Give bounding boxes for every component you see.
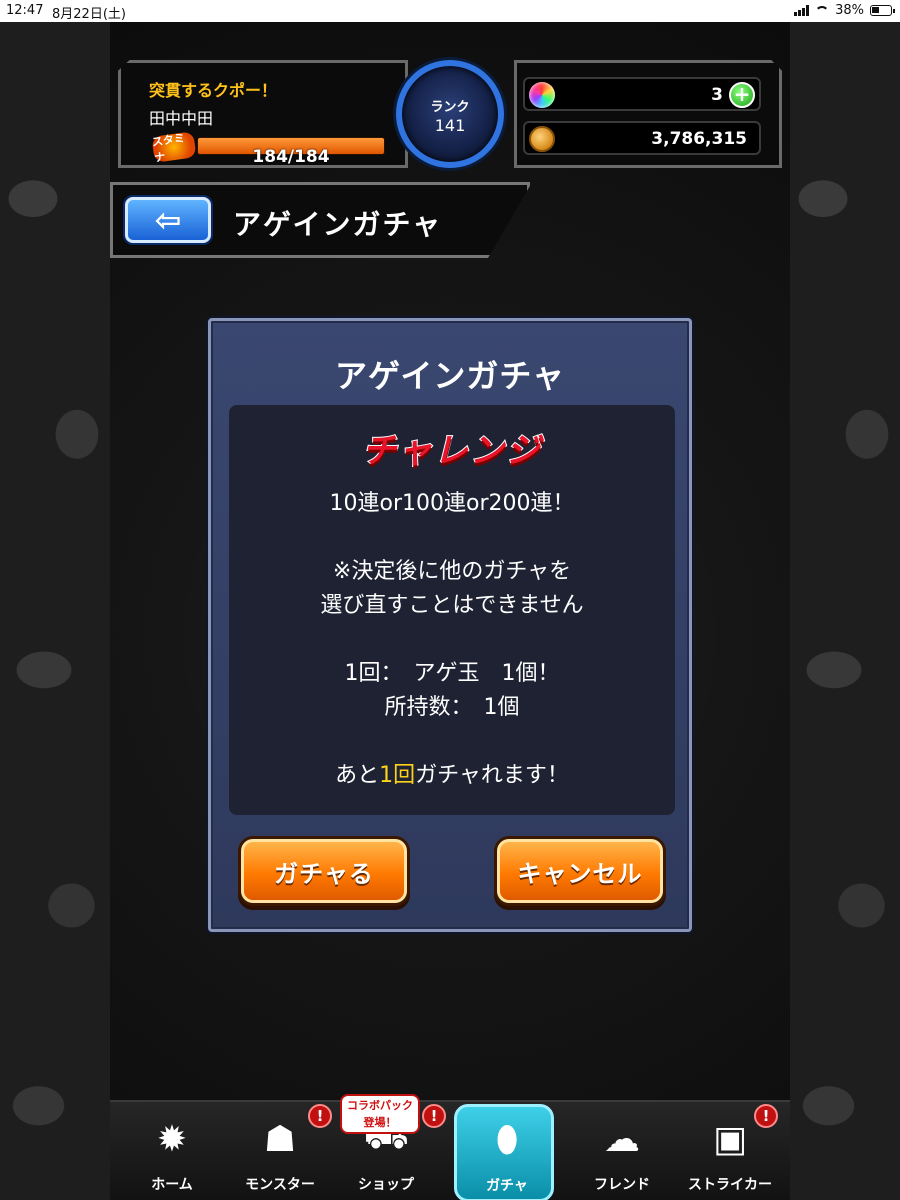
- stamina-icon: スタミナ: [151, 131, 197, 165]
- gem-icon: [529, 82, 555, 108]
- message-line-6: あと1回ガチャれます！: [229, 757, 675, 789]
- rank-badge[interactable]: ランク 141: [396, 60, 504, 168]
- message-line-1: 10連or100連or200連！: [329, 491, 575, 516]
- wifi-icon: [815, 5, 830, 16]
- status-date: 8月22日(土): [52, 7, 126, 22]
- gem-count: 3: [711, 85, 723, 105]
- back-arrow-icon: ⇦: [154, 201, 182, 239]
- coin-counter: 3,786,315: [523, 121, 761, 155]
- remaining-count: 1回: [379, 763, 416, 788]
- tab-friend-label: フレンド: [594, 1177, 650, 1193]
- egg-icon: ⬮: [495, 1119, 519, 1160]
- player-panel: 突貫するクポー！ 田中中田 スタミナ 184/184: [118, 60, 408, 168]
- tab-gacha-label: ガチャ: [486, 1178, 528, 1194]
- dialog-message-box: チャレンジ 10連or100連or200連！ ※決定後に他のガチャを 選び直すこ…: [229, 405, 675, 815]
- collab-pack-badge: コラボパック 登場！: [340, 1094, 420, 1134]
- status-right: 38%: [794, 3, 895, 18]
- gacha-button[interactable]: ガチャる: [241, 839, 407, 903]
- player-title: 突貫するクポー！: [149, 81, 278, 100]
- page-title: アゲインガチャ: [233, 208, 443, 241]
- tab-shop-label: ショップ: [358, 1177, 414, 1193]
- remaining-suffix: ガチャれます！: [415, 763, 569, 788]
- currency-panel: 3 + 3,786,315: [514, 60, 782, 168]
- message-line-3: 選び直すことはできません: [320, 593, 584, 618]
- challenge-logo: チャレンジ: [361, 430, 542, 472]
- player-name: 田中中田: [149, 109, 214, 128]
- message-line-5: 所持数： 1個: [384, 695, 520, 720]
- rank-value: 141: [434, 116, 466, 135]
- add-gems-button[interactable]: +: [729, 82, 755, 108]
- player-header: 突貫するクポー！ 田中中田 スタミナ 184/184 ランク 141 3 + 3…: [118, 60, 782, 170]
- battery-percent: 38%: [835, 3, 864, 18]
- battery-icon: [870, 5, 895, 16]
- card-icon: ▣: [712, 1118, 747, 1160]
- message-line-2: ※決定後に他のガチャを: [332, 559, 572, 584]
- background-stone-left: [0, 22, 110, 1200]
- home-icon: ✹: [156, 1118, 188, 1160]
- tab-home[interactable]: ✹ ホーム: [122, 1106, 222, 1200]
- tab-home-label: ホーム: [151, 1177, 193, 1193]
- dialog-title: アゲインガチャ: [334, 357, 566, 395]
- coin-icon: [529, 126, 555, 152]
- back-button[interactable]: ⇦: [125, 197, 211, 243]
- remaining-prefix: あと: [335, 763, 380, 788]
- tab-monster-label: モンスター: [245, 1177, 315, 1193]
- tab-striker-label: ストライカー: [688, 1177, 772, 1193]
- collab-badge-line2: 登場！: [363, 1116, 397, 1129]
- status-time: 12:47: [6, 3, 44, 18]
- status-bar: 12:47 8月22日(土) 38%: [0, 0, 900, 22]
- background-stone-right: [790, 22, 900, 1200]
- stamina-value: 184/184: [252, 147, 330, 167]
- coin-count: 3,786,315: [651, 129, 747, 149]
- message-line-4: 1回： アゲ玉 1個！: [344, 661, 560, 686]
- page-header-bar: ⇦ アゲインガチャ: [110, 182, 530, 258]
- friend-icon: ☁: [604, 1118, 640, 1160]
- collab-badge-line1: コラボパック: [347, 1099, 413, 1112]
- gem-counter[interactable]: 3 +: [523, 77, 761, 111]
- again-gacha-dialog: アゲインガチャ チャレンジ 10連or100連or200連！ ※決定後に他のガチ…: [208, 318, 692, 932]
- rank-label: ランク: [430, 100, 470, 115]
- striker-alert-icon: !: [754, 1104, 778, 1128]
- monster-icon: ☗: [263, 1118, 297, 1160]
- tab-friend[interactable]: ☁ フレンド: [572, 1106, 672, 1200]
- monster-alert-icon: !: [308, 1104, 332, 1128]
- signal-icon: [794, 5, 810, 16]
- bottom-tab-bar: ✹ ホーム ☗ モンスター ! ⛟ ショップ コラボパック 登場！ ! ⬮ ガチ…: [110, 1094, 790, 1200]
- shop-alert-icon: !: [422, 1104, 446, 1128]
- cancel-button[interactable]: キャンセル: [497, 839, 663, 903]
- tab-gacha[interactable]: ⬮ ガチャ: [454, 1104, 554, 1200]
